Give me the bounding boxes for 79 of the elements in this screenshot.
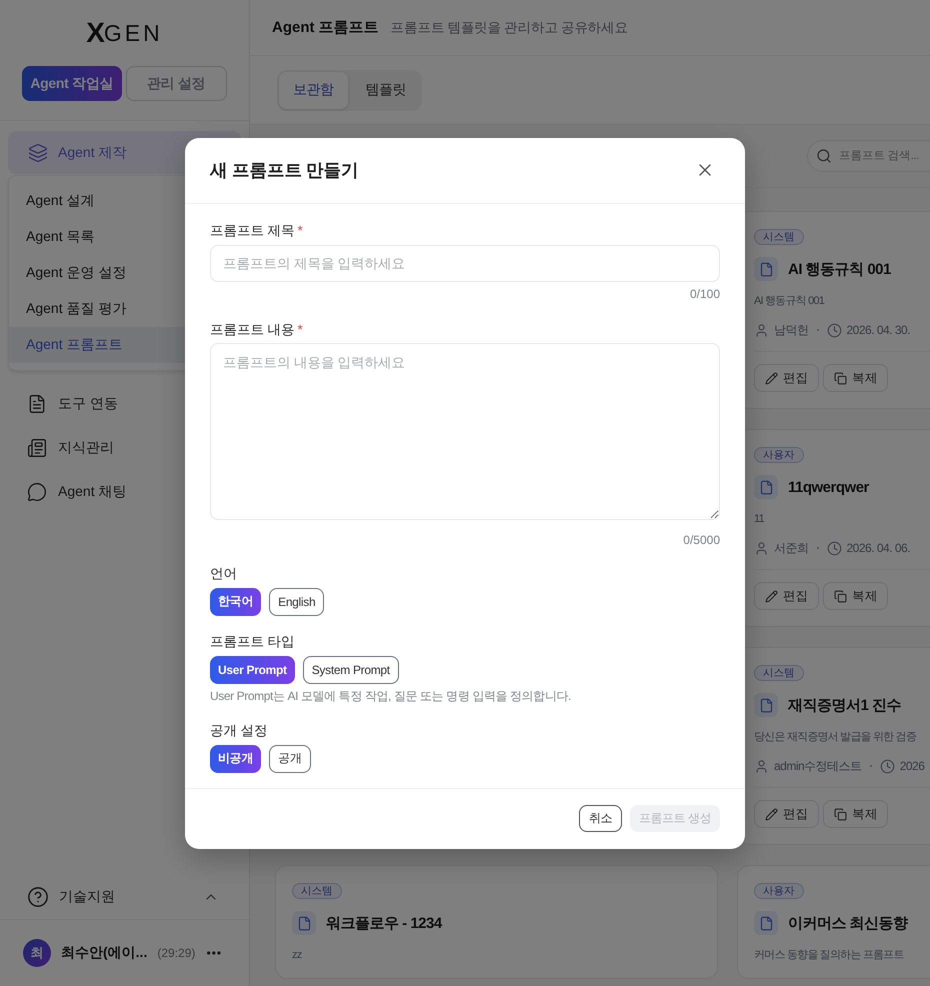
option-button[interactable]: 한국어 [210,588,262,616]
user-icon [754,322,769,338]
file-icon [292,911,316,935]
type-tag: 사용자 [754,447,804,463]
card-description: 커머스 동향을 질의하는 프롬프트 [754,948,904,962]
duplicate-button[interactable]: 복제 [823,364,888,392]
card-title: 재직증명서1 진수 [788,696,902,714]
card-description: 당신은 재직증명서 발급을 위한 검증 [754,730,916,744]
character-counter: 0/100 [690,286,720,300]
mode-button[interactable]: 관리 설정 [126,66,227,101]
author-name: 남덕헌 [774,322,808,338]
card-date: 2026 [900,758,924,774]
card-title: AI 행동규칙 001 [788,260,891,278]
author-name: admin수정테스트 [774,758,862,774]
field-label: 언어 [210,564,238,582]
file-icon [754,693,778,717]
pencil-icon [765,590,778,602]
field-label: 프롬프트 타입 [210,632,296,650]
submenu-item[interactable]: Agent 설계 [9,183,240,219]
logo: XGEN [86,20,163,46]
card-description: AI 행동규칙 001 [754,294,824,308]
copy-icon [834,590,848,602]
option-button[interactable]: 공개 [269,744,311,772]
edit-button[interactable]: 편집 [754,582,820,610]
card-date: 2026. 04. 30. [846,322,910,338]
clock-icon [880,758,895,774]
author-name: 서준희 [774,540,808,556]
copy-icon [834,372,848,384]
search-icon [816,148,832,164]
pencil-icon [765,372,778,384]
field-label: 프롬프트 제목 * [210,222,304,238]
option-button[interactable]: System Prompt [302,656,399,684]
help-icon [27,886,49,908]
pencil-icon [765,808,778,820]
type-tag: 시스템 [754,665,804,681]
hint-text: User Prompt는 AI 모델에 특정 작업, 질문 또는 명령 입력을 정의합니다. [210,688,572,702]
card-title: 11qwerqwer [788,478,869,496]
page-subtitle: 프롬프트 템플릿을 관리하고 공유하세요 [390,18,628,36]
clock-icon [826,540,842,556]
user-icon [754,540,769,556]
type-tag: 시스템 [754,229,804,245]
search-field[interactable]: 프롬프트 검색... [807,140,930,172]
clock-icon [826,322,842,338]
cancel-button[interactable]: 취소 [579,805,622,832]
edit-button[interactable]: 편집 [754,800,820,828]
input-field[interactable]: 프롬프트의 제목을 입력하세요 [210,244,720,282]
chat-bubble-icon [27,482,47,502]
layers-icon [28,142,48,162]
newspaper-icon [27,438,47,458]
user-avatar: 최 [23,939,51,967]
copy-icon [834,808,848,820]
card-description: 11 [754,512,764,526]
type-tag: 시스템 [292,883,342,899]
file-icon [754,257,778,281]
card-description: zz [292,948,302,962]
option-button[interactable]: English [269,588,324,616]
tab[interactable]: 보관함 [279,72,348,108]
duplicate-button[interactable]: 복제 [823,800,888,828]
tab[interactable]: 템플릿 [352,72,420,108]
field-label: 공개 설정 [210,722,268,738]
card-title: 워크플로우 - 1234 [326,914,442,932]
type-tag: 사용자 [754,883,804,899]
document-icon [27,394,47,414]
textarea-field[interactable]: 프롬프트의 내용을 입력하세요 [210,342,720,520]
edit-button[interactable]: 편집 [754,364,820,392]
session-timer: (29:29) [157,946,196,960]
mode-button[interactable]: Agent 작업실 [22,66,122,101]
file-icon [754,911,778,935]
duplicate-button[interactable]: 복제 [823,582,888,610]
option-button[interactable]: User Prompt [210,656,295,684]
file-icon [754,475,778,499]
user-icon [754,758,769,774]
page-title: Agent 프롬프트 [272,18,379,37]
character-counter: 0/5000 [683,532,720,546]
card-date: 2026. 04. 06. [846,540,910,556]
user-name: 최수안(에이... [61,944,148,962]
card-title: 이커머스 최신동향 [788,914,908,932]
support-button[interactable]: 기술지원 [27,886,115,908]
option-button[interactable]: 비공개 [210,744,262,772]
